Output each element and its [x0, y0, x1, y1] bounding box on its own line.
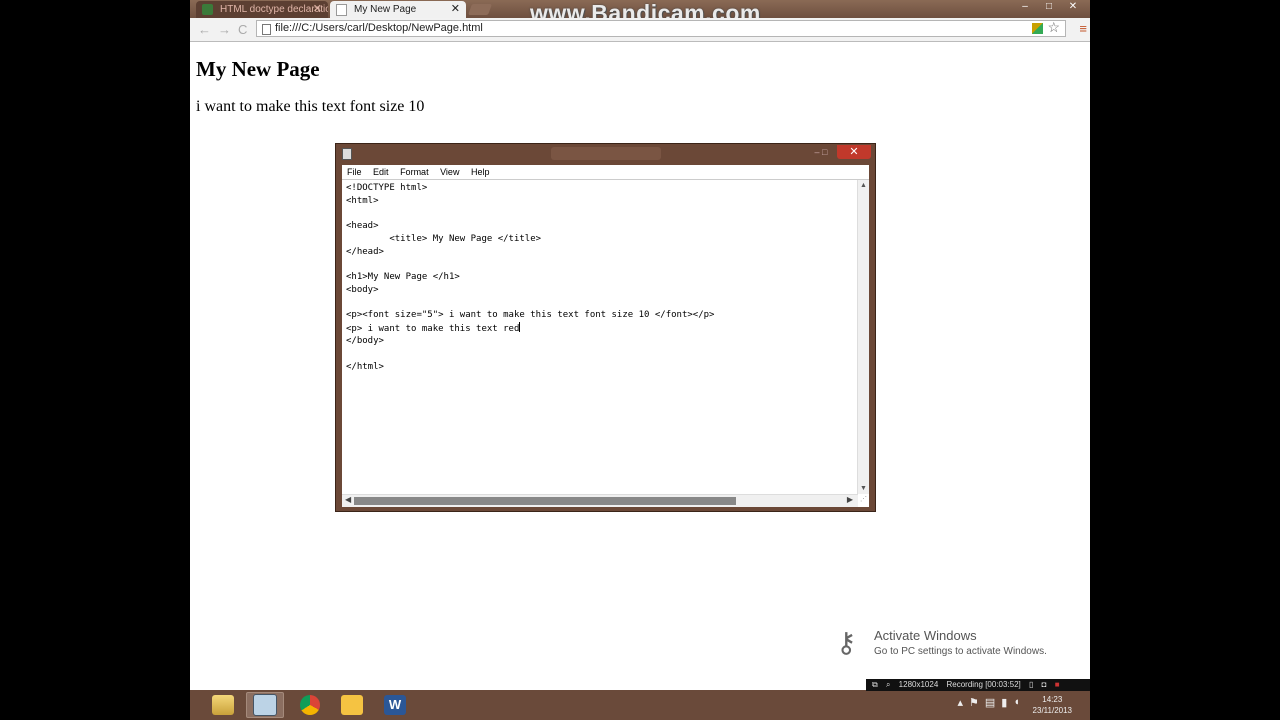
tab-favicon-icon	[202, 4, 213, 15]
bandicam-recording-bar: ⧉ ⌕ 1280x1024 Recording [00:03:52] ▯ ◘ ■	[866, 679, 1090, 691]
reload-icon[interactable]: C	[238, 22, 247, 37]
notepad-menubar: File Edit Format View Help	[342, 165, 869, 180]
notepad-window: – □ ✕ File Edit Format View Help <!DOCTY…	[335, 143, 876, 512]
network-icon[interactable]: ▤	[985, 696, 995, 709]
tab-close-icon[interactable]: ✕	[451, 1, 460, 18]
flag-icon[interactable]: ⚑	[969, 696, 979, 709]
notepad-min-max[interactable]: – □	[806, 145, 836, 159]
browser-tabstrip: HTML doctype declaration ✕ My New Page ✕…	[190, 0, 1090, 26]
editor-text[interactable]: <!DOCTYPE html> <html> <head> <title> My…	[346, 182, 714, 374]
editor-line: <p><font size="5"> i want to make this t…	[346, 310, 715, 321]
signal-icon[interactable]: ▮	[1001, 696, 1007, 709]
notepad-titlebar[interactable]: – □ ✕	[336, 144, 875, 163]
notepad-title	[551, 147, 661, 160]
scroll-down-icon[interactable]: ▼	[858, 485, 869, 492]
system-tray: ▴ ⚑ ▤ ▮ ◖	[957, 696, 1020, 709]
search-icon[interactable]: ⌕	[886, 680, 890, 689]
editor-line: </head>	[346, 246, 384, 257]
taskbar-app-yellow[interactable]	[333, 692, 371, 718]
word-icon: W	[384, 695, 406, 715]
activate-subtitle: Go to PC settings to activate Windows.	[874, 646, 1047, 657]
screen: HTML doctype declaration ✕ My New Page ✕…	[190, 0, 1090, 720]
chrome-menu-icon[interactable]: ≡	[1079, 22, 1087, 35]
minimize-button[interactable]: –	[1014, 0, 1036, 13]
recording-status: Recording [00:03:52]	[946, 680, 1021, 689]
activate-title: Activate Windows	[874, 628, 977, 643]
pause-icon[interactable]: ▯	[1029, 680, 1033, 689]
page-viewport: My New Page i want to make this text fon…	[190, 42, 1090, 690]
resize-grip-icon[interactable]: ⋰	[858, 495, 869, 507]
menu-help[interactable]: Help	[471, 167, 490, 177]
editor-line: <h1>My New Page </h1>	[346, 271, 460, 282]
editor-line: <html>	[346, 195, 379, 206]
tab-close-icon[interactable]: ✕	[313, 1, 322, 18]
scroll-up-icon[interactable]: ▲	[858, 182, 869, 189]
taskbar-chrome[interactable]	[291, 692, 329, 718]
page-paragraph: i want to make this text font size 10	[196, 98, 425, 115]
tab-label: My New Page	[354, 4, 417, 15]
tab-my-new-page[interactable]: My New Page ✕	[330, 1, 466, 18]
page-favicon-icon	[336, 4, 347, 16]
taskbar: W ▴ ⚑ ▤ ▮ ◖ 14:23 23/11/2013	[190, 690, 1090, 720]
volume-icon[interactable]: ◖	[1013, 696, 1020, 709]
clock[interactable]: 14:23 23/11/2013	[1033, 694, 1072, 716]
browser-toolbar: ← → C file:///C:/Users/carl/Desktop/NewP…	[190, 18, 1090, 42]
record-icon[interactable]: ■	[1055, 680, 1060, 689]
forward-icon[interactable]: →	[218, 22, 231, 37]
back-icon[interactable]: ←	[198, 22, 211, 37]
taskbar-word[interactable]: W	[376, 692, 414, 718]
new-tab-button[interactable]	[467, 4, 493, 15]
editor-line: </body>	[346, 336, 384, 347]
recording-resolution: 1280x1024	[898, 680, 939, 689]
menu-view[interactable]: View	[440, 167, 459, 177]
window-mode-icon[interactable]: ⧉	[872, 680, 878, 689]
tray-expand-icon[interactable]: ▴	[957, 696, 963, 709]
scroll-right-icon[interactable]: ▶	[847, 495, 853, 504]
menu-edit[interactable]: Edit	[373, 167, 389, 177]
scroll-left-icon[interactable]: ◀	[345, 495, 351, 504]
editor-line: <p> i want to make this text red	[346, 323, 520, 334]
bookmark-star-icon[interactable]: ☆	[1047, 20, 1060, 35]
address-text: file:///C:/Users/carl/Desktop/NewPage.ht…	[275, 22, 483, 34]
window-controls: – □ ✕	[1014, 0, 1084, 14]
page-heading: My New Page	[196, 57, 320, 81]
text-caret	[519, 321, 521, 332]
menu-file[interactable]: File	[347, 167, 362, 177]
vertical-scrollbar[interactable]: ▲ ▼	[857, 180, 869, 494]
clock-time: 14:23	[1042, 695, 1063, 704]
folder-icon	[212, 695, 234, 715]
notepad-icon	[342, 148, 352, 160]
extension-icon[interactable]	[1032, 23, 1043, 34]
editor-line: </html>	[346, 361, 384, 372]
tab-html-doctype[interactable]: HTML doctype declaration ✕	[196, 1, 328, 18]
editor-line: <body>	[346, 284, 379, 295]
horizontal-scrollbar[interactable]: ◀ ▶	[342, 494, 858, 507]
close-window-button[interactable]: ✕	[1062, 0, 1084, 13]
camera-icon[interactable]: ◘	[1042, 680, 1047, 689]
editor-line: <head>	[346, 221, 379, 232]
clock-date: 23/11/2013	[1032, 706, 1072, 715]
app-icon	[341, 695, 363, 715]
maximize-button[interactable]: □	[1038, 0, 1060, 13]
editor-line: <!DOCTYPE html>	[346, 183, 428, 193]
taskbar-notepad[interactable]	[246, 692, 284, 718]
chrome-icon	[300, 695, 320, 715]
editor-line: <title> My New Page </title>	[346, 233, 542, 244]
notepad-taskbar-icon	[253, 694, 277, 716]
scrollbar-thumb[interactable]	[354, 497, 736, 505]
notepad-close-button[interactable]: ✕	[837, 145, 871, 159]
notepad-editor[interactable]: <!DOCTYPE html> <html> <head> <title> My…	[342, 180, 869, 507]
keys-icon: ⚷	[836, 627, 857, 658]
taskbar-file-explorer[interactable]	[204, 692, 242, 718]
address-bar[interactable]: file:///C:/Users/carl/Desktop/NewPage.ht…	[256, 20, 1066, 37]
page-icon	[262, 24, 271, 35]
menu-format[interactable]: Format	[400, 167, 429, 177]
